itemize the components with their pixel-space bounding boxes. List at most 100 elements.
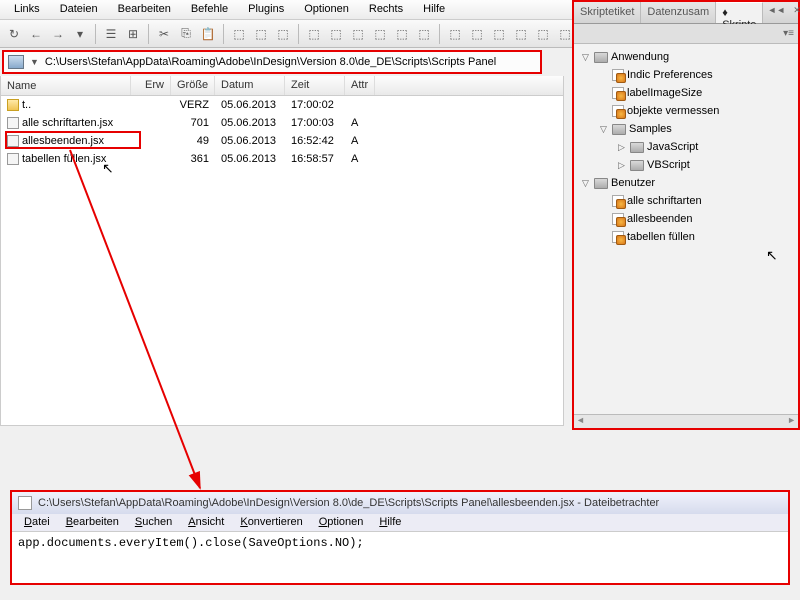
tab-scripts[interactable]: ♦ Skripte — [716, 2, 763, 23]
viewer-menu-hilfe[interactable]: Hilfe — [371, 514, 409, 531]
tree-item[interactable]: tabellen füllen — [576, 228, 796, 246]
tree-item[interactable]: ▷JavaScript — [576, 138, 796, 156]
tool-icon[interactable]: ⬚ — [511, 24, 531, 44]
folder-icon — [612, 124, 626, 135]
file-row[interactable]: tabellen füllen.jsx36105.06.201316:58:57… — [1, 150, 563, 168]
viewer-menu-ansicht[interactable]: Ansicht — [180, 514, 232, 531]
menu-links[interactable]: Links — [4, 0, 50, 19]
close-icon[interactable]: ✕ — [789, 2, 800, 23]
menu-optionen[interactable]: Optionen — [294, 0, 359, 19]
tree-item[interactable]: ▽Samples — [576, 120, 796, 138]
tab-data-merge[interactable]: Datenzusam — [641, 2, 716, 23]
tool-icon[interactable]: ⬚ — [273, 24, 293, 44]
col-attr[interactable]: Attr — [345, 76, 375, 95]
dropdown-icon[interactable]: ▾ — [70, 24, 90, 44]
col-name[interactable]: Name — [1, 76, 131, 95]
viewer-menu-optionen[interactable]: Optionen — [311, 514, 372, 531]
col-time[interactable]: Zeit — [285, 76, 345, 95]
viewer-titlebar: C:\Users\Stefan\AppData\Roaming\Adobe\In… — [12, 492, 788, 514]
cut-icon[interactable]: ✂ — [154, 24, 174, 44]
viewer-content: app.documents.everyItem().close(SaveOpti… — [12, 532, 788, 583]
tool-icon[interactable]: ⬚ — [348, 24, 368, 44]
folder-icon — [7, 99, 19, 111]
folder-icon — [630, 160, 644, 171]
menu-hilfe[interactable]: Hilfe — [413, 0, 455, 19]
file-row[interactable]: alle schriftarten.jsx70105.06.201317:00:… — [1, 114, 563, 132]
document-icon — [18, 496, 32, 510]
reload-icon[interactable]: ↻ — [4, 24, 24, 44]
viewer-menu-datei[interactable]: Datei — [16, 514, 58, 531]
file-icon — [7, 135, 19, 147]
col-date[interactable]: Datum — [215, 76, 285, 95]
drive-icon — [8, 55, 24, 69]
path-bar[interactable]: ▼ C:\Users\Stefan\AppData\Roaming\Adobe\… — [2, 50, 542, 74]
tool-icon[interactable]: ⬚ — [489, 24, 509, 44]
script-icon — [612, 87, 624, 99]
script-icon — [612, 231, 624, 243]
disclosure-icon[interactable]: ▽ — [580, 52, 591, 63]
panel-tabs: Skriptetiket Datenzusam ♦ Skripte ◄◄✕ — [574, 2, 798, 24]
tool-icon[interactable]: ⬚ — [326, 24, 346, 44]
disclosure-icon[interactable]: ▷ — [616, 160, 627, 171]
tool-icon[interactable]: ⬚ — [251, 24, 271, 44]
viewer-menu: DateiBearbeitenSuchenAnsichtKonvertieren… — [12, 514, 788, 532]
menu-bearbeiten[interactable]: Bearbeiten — [108, 0, 181, 19]
scrollbar[interactable] — [574, 414, 798, 428]
folder-icon — [594, 52, 608, 63]
tree-icon[interactable]: ⊞ — [123, 24, 143, 44]
file-list: Name Erw Größe Datum Zeit Attr t..VERZ05… — [0, 76, 564, 426]
disclosure-icon[interactable]: ▷ — [616, 142, 627, 153]
tab-script-label[interactable]: Skriptetiket — [574, 2, 641, 23]
viewer-title-text: C:\Users\Stefan\AppData\Roaming\Adobe\In… — [38, 497, 659, 509]
panel-menu-icon[interactable]: ▾≡ — [783, 28, 794, 39]
tool-icon[interactable]: ⬚ — [533, 24, 553, 44]
file-icon — [7, 117, 19, 129]
script-icon — [612, 69, 624, 81]
viewer-menu-konvertieren[interactable]: Konvertieren — [232, 514, 310, 531]
file-row[interactable]: t..VERZ05.06.201317:00:02 — [1, 96, 563, 114]
tree-item[interactable]: Indic Preferences — [576, 66, 796, 84]
back-icon[interactable]: ← — [26, 24, 46, 44]
tree-item[interactable]: objekte vermessen — [576, 102, 796, 120]
col-size[interactable]: Größe — [171, 76, 215, 95]
viewer-menu-suchen[interactable]: Suchen — [127, 514, 180, 531]
tree-item[interactable]: labelImageSize — [576, 84, 796, 102]
tool-icon[interactable]: ⬚ — [414, 24, 434, 44]
col-ext[interactable]: Erw — [131, 76, 171, 95]
tool-icon[interactable]: ⬚ — [370, 24, 390, 44]
copy-icon[interactable]: ⎘ — [176, 24, 196, 44]
folder-icon — [594, 178, 608, 189]
tool-icon[interactable]: ⬚ — [392, 24, 412, 44]
tree-item[interactable]: alle schriftarten — [576, 192, 796, 210]
list-icon[interactable]: ☰ — [101, 24, 121, 44]
menu-befehle[interactable]: Befehle — [181, 0, 238, 19]
tree-item[interactable]: ▽Anwendung — [576, 48, 796, 66]
forward-icon[interactable]: → — [48, 24, 68, 44]
panel-toolbar: ▾≡ — [574, 24, 798, 44]
file-icon — [7, 153, 19, 165]
tool-icon[interactable]: ⬚ — [304, 24, 324, 44]
script-icon — [612, 213, 624, 225]
current-path: C:\Users\Stefan\AppData\Roaming\Adobe\In… — [45, 56, 496, 68]
disclosure-icon[interactable]: ▽ — [580, 178, 591, 189]
collapse-icon[interactable]: ◄◄ — [763, 2, 789, 23]
tool-icon[interactable]: ⬚ — [229, 24, 249, 44]
tree-item[interactable]: ▷VBScript — [576, 156, 796, 174]
tool-icon[interactable]: ⬚ — [445, 24, 465, 44]
file-row[interactable]: allesbeenden.jsx4905.06.201316:52:42A — [1, 132, 563, 150]
menu-rechts[interactable]: Rechts — [359, 0, 413, 19]
script-icon — [612, 195, 624, 207]
viewer-menu-bearbeiten[interactable]: Bearbeiten — [58, 514, 127, 531]
menu-plugins[interactable]: Plugins — [238, 0, 294, 19]
tree-item[interactable]: ▽Benutzer — [576, 174, 796, 192]
dropdown-icon[interactable]: ▼ — [30, 57, 39, 67]
column-headers[interactable]: Name Erw Größe Datum Zeit Attr — [1, 76, 563, 96]
menu-dateien[interactable]: Dateien — [50, 0, 108, 19]
paste-icon[interactable]: 📋 — [198, 24, 218, 44]
script-icon — [612, 105, 624, 117]
folder-icon — [630, 142, 644, 153]
tool-icon[interactable]: ⬚ — [467, 24, 487, 44]
disclosure-icon[interactable]: ▽ — [598, 124, 609, 135]
scripts-panel: Skriptetiket Datenzusam ♦ Skripte ◄◄✕ ▾≡… — [572, 0, 800, 430]
tree-item[interactable]: allesbeenden — [576, 210, 796, 228]
